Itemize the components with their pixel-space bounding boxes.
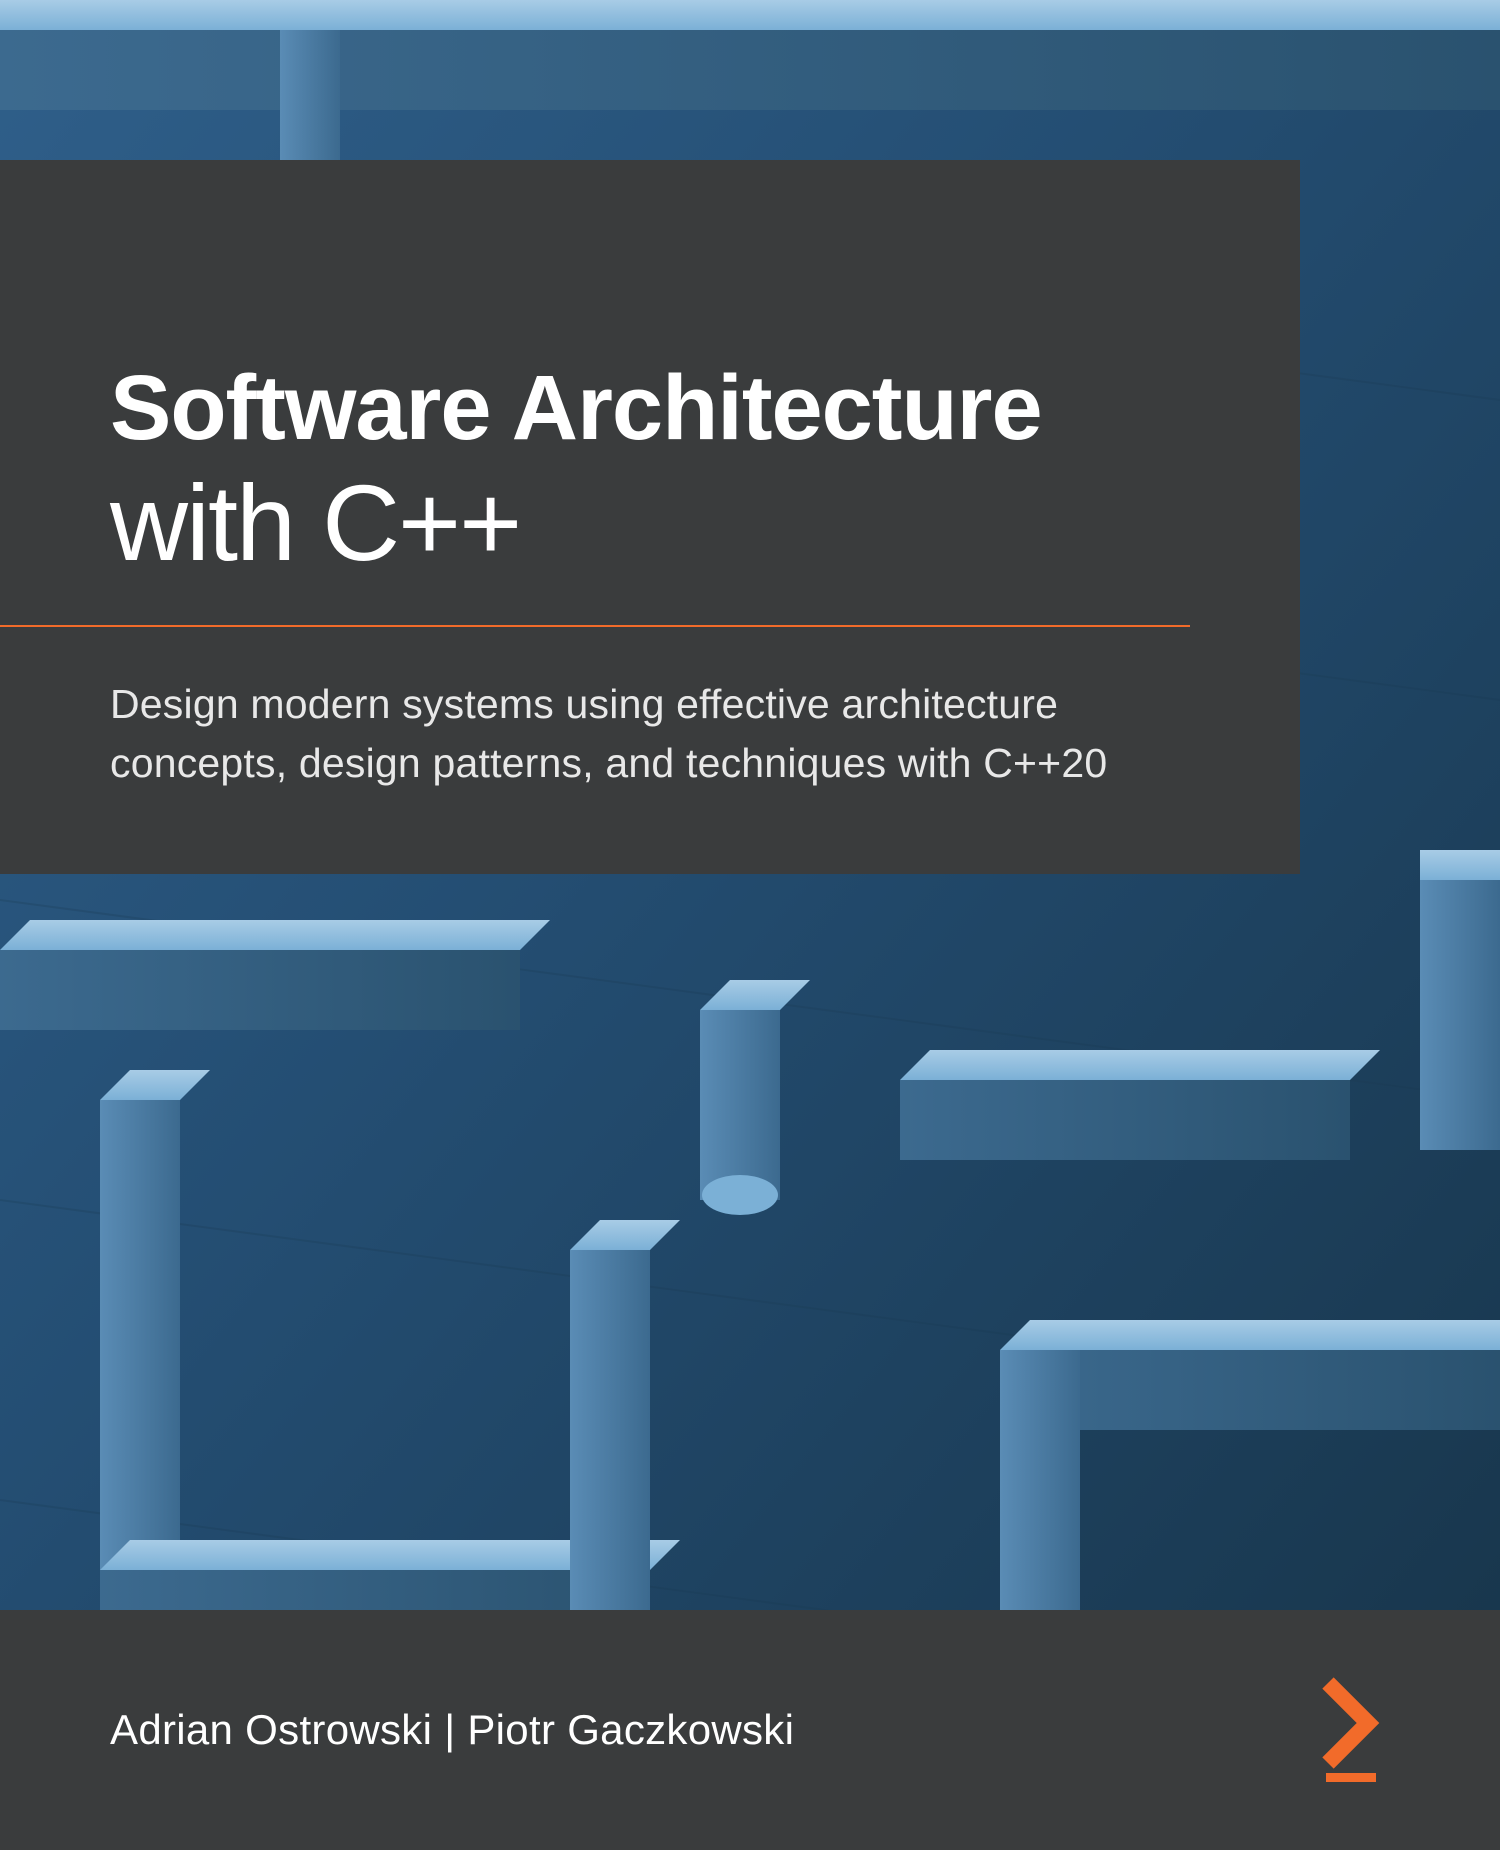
title-divider: [0, 625, 1190, 627]
footer-bar: Adrian Ostrowski | Piotr Gaczkowski: [0, 1610, 1500, 1850]
authors: Adrian Ostrowski | Piotr Gaczkowski: [110, 1706, 794, 1754]
title-line-2: with C++: [110, 461, 1190, 585]
book-cover: Software Architecture with C++ Design mo…: [0, 0, 1500, 1850]
title-line-1: Software Architecture: [110, 360, 1190, 457]
subtitle: Design modern systems using effective ar…: [110, 675, 1190, 794]
publisher-logo-icon: [1312, 1675, 1390, 1785]
title-panel: Software Architecture with C++ Design mo…: [0, 160, 1300, 874]
